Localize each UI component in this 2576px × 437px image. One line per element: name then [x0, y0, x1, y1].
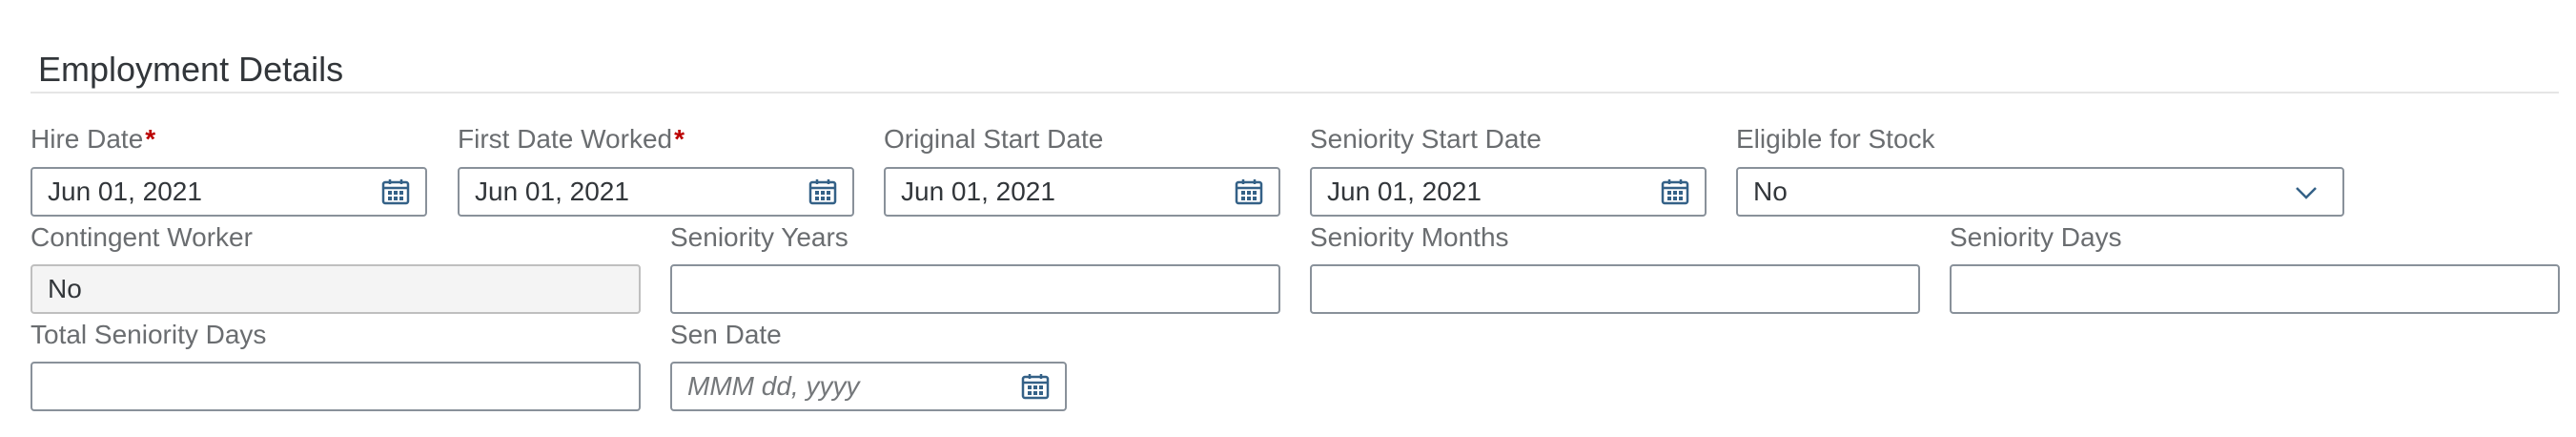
seniority-start-date-value: Jun 01, 2021 [1327, 177, 1482, 206]
eligible-for-stock-value: No [1753, 177, 1788, 206]
hire-date-field[interactable]: Jun 01, 2021 [31, 167, 427, 217]
seniority-days-field[interactable] [1950, 264, 2560, 314]
calendar-icon[interactable] [1661, 178, 1689, 205]
first-date-worked-field[interactable]: Jun 01, 2021 [458, 167, 854, 217]
eligible-for-stock-select[interactable]: No [1736, 167, 2344, 217]
seniority-start-date-label: Seniority Start Date [1310, 124, 1542, 154]
sen-date-placeholder: MMM dd, yyyy [687, 371, 860, 401]
hire-date-label: Hire Date* [31, 124, 156, 154]
section-title: Employment Details [38, 50, 344, 89]
required-marker: * [674, 124, 685, 154]
hire-date-value: Jun 01, 2021 [48, 177, 202, 206]
total-seniority-days-label: Total Seniority Days [31, 320, 267, 349]
section-divider [31, 92, 2559, 94]
first-date-worked-label: First Date Worked* [458, 124, 685, 154]
contingent-worker-value: No [48, 274, 82, 303]
seniority-start-date-field[interactable]: Jun 01, 2021 [1310, 167, 1707, 217]
contingent-worker-label: Contingent Worker [31, 222, 253, 252]
seniority-months-label: Seniority Months [1310, 222, 1509, 252]
seniority-years-field[interactable] [670, 264, 1280, 314]
original-start-date-label: Original Start Date [884, 124, 1104, 154]
total-seniority-days-field[interactable] [31, 362, 641, 411]
original-start-date-field[interactable]: Jun 01, 2021 [884, 167, 1280, 217]
original-start-date-value: Jun 01, 2021 [901, 177, 1055, 206]
required-marker: * [145, 124, 156, 154]
calendar-icon[interactable] [808, 178, 837, 205]
seniority-months-field[interactable] [1310, 264, 1920, 314]
chevron-down-icon[interactable] [2293, 180, 2320, 203]
first-date-worked-value: Jun 01, 2021 [475, 177, 629, 206]
calendar-icon[interactable] [1235, 178, 1263, 205]
contingent-worker-field: No [31, 264, 641, 314]
calendar-icon[interactable] [381, 178, 410, 205]
sen-date-label: Sen Date [670, 320, 782, 349]
seniority-years-label: Seniority Years [670, 222, 848, 252]
eligible-for-stock-label: Eligible for Stock [1736, 124, 1935, 154]
calendar-icon[interactable] [1021, 373, 1050, 400]
seniority-days-label: Seniority Days [1950, 222, 2122, 252]
sen-date-field[interactable]: MMM dd, yyyy [670, 362, 1067, 411]
